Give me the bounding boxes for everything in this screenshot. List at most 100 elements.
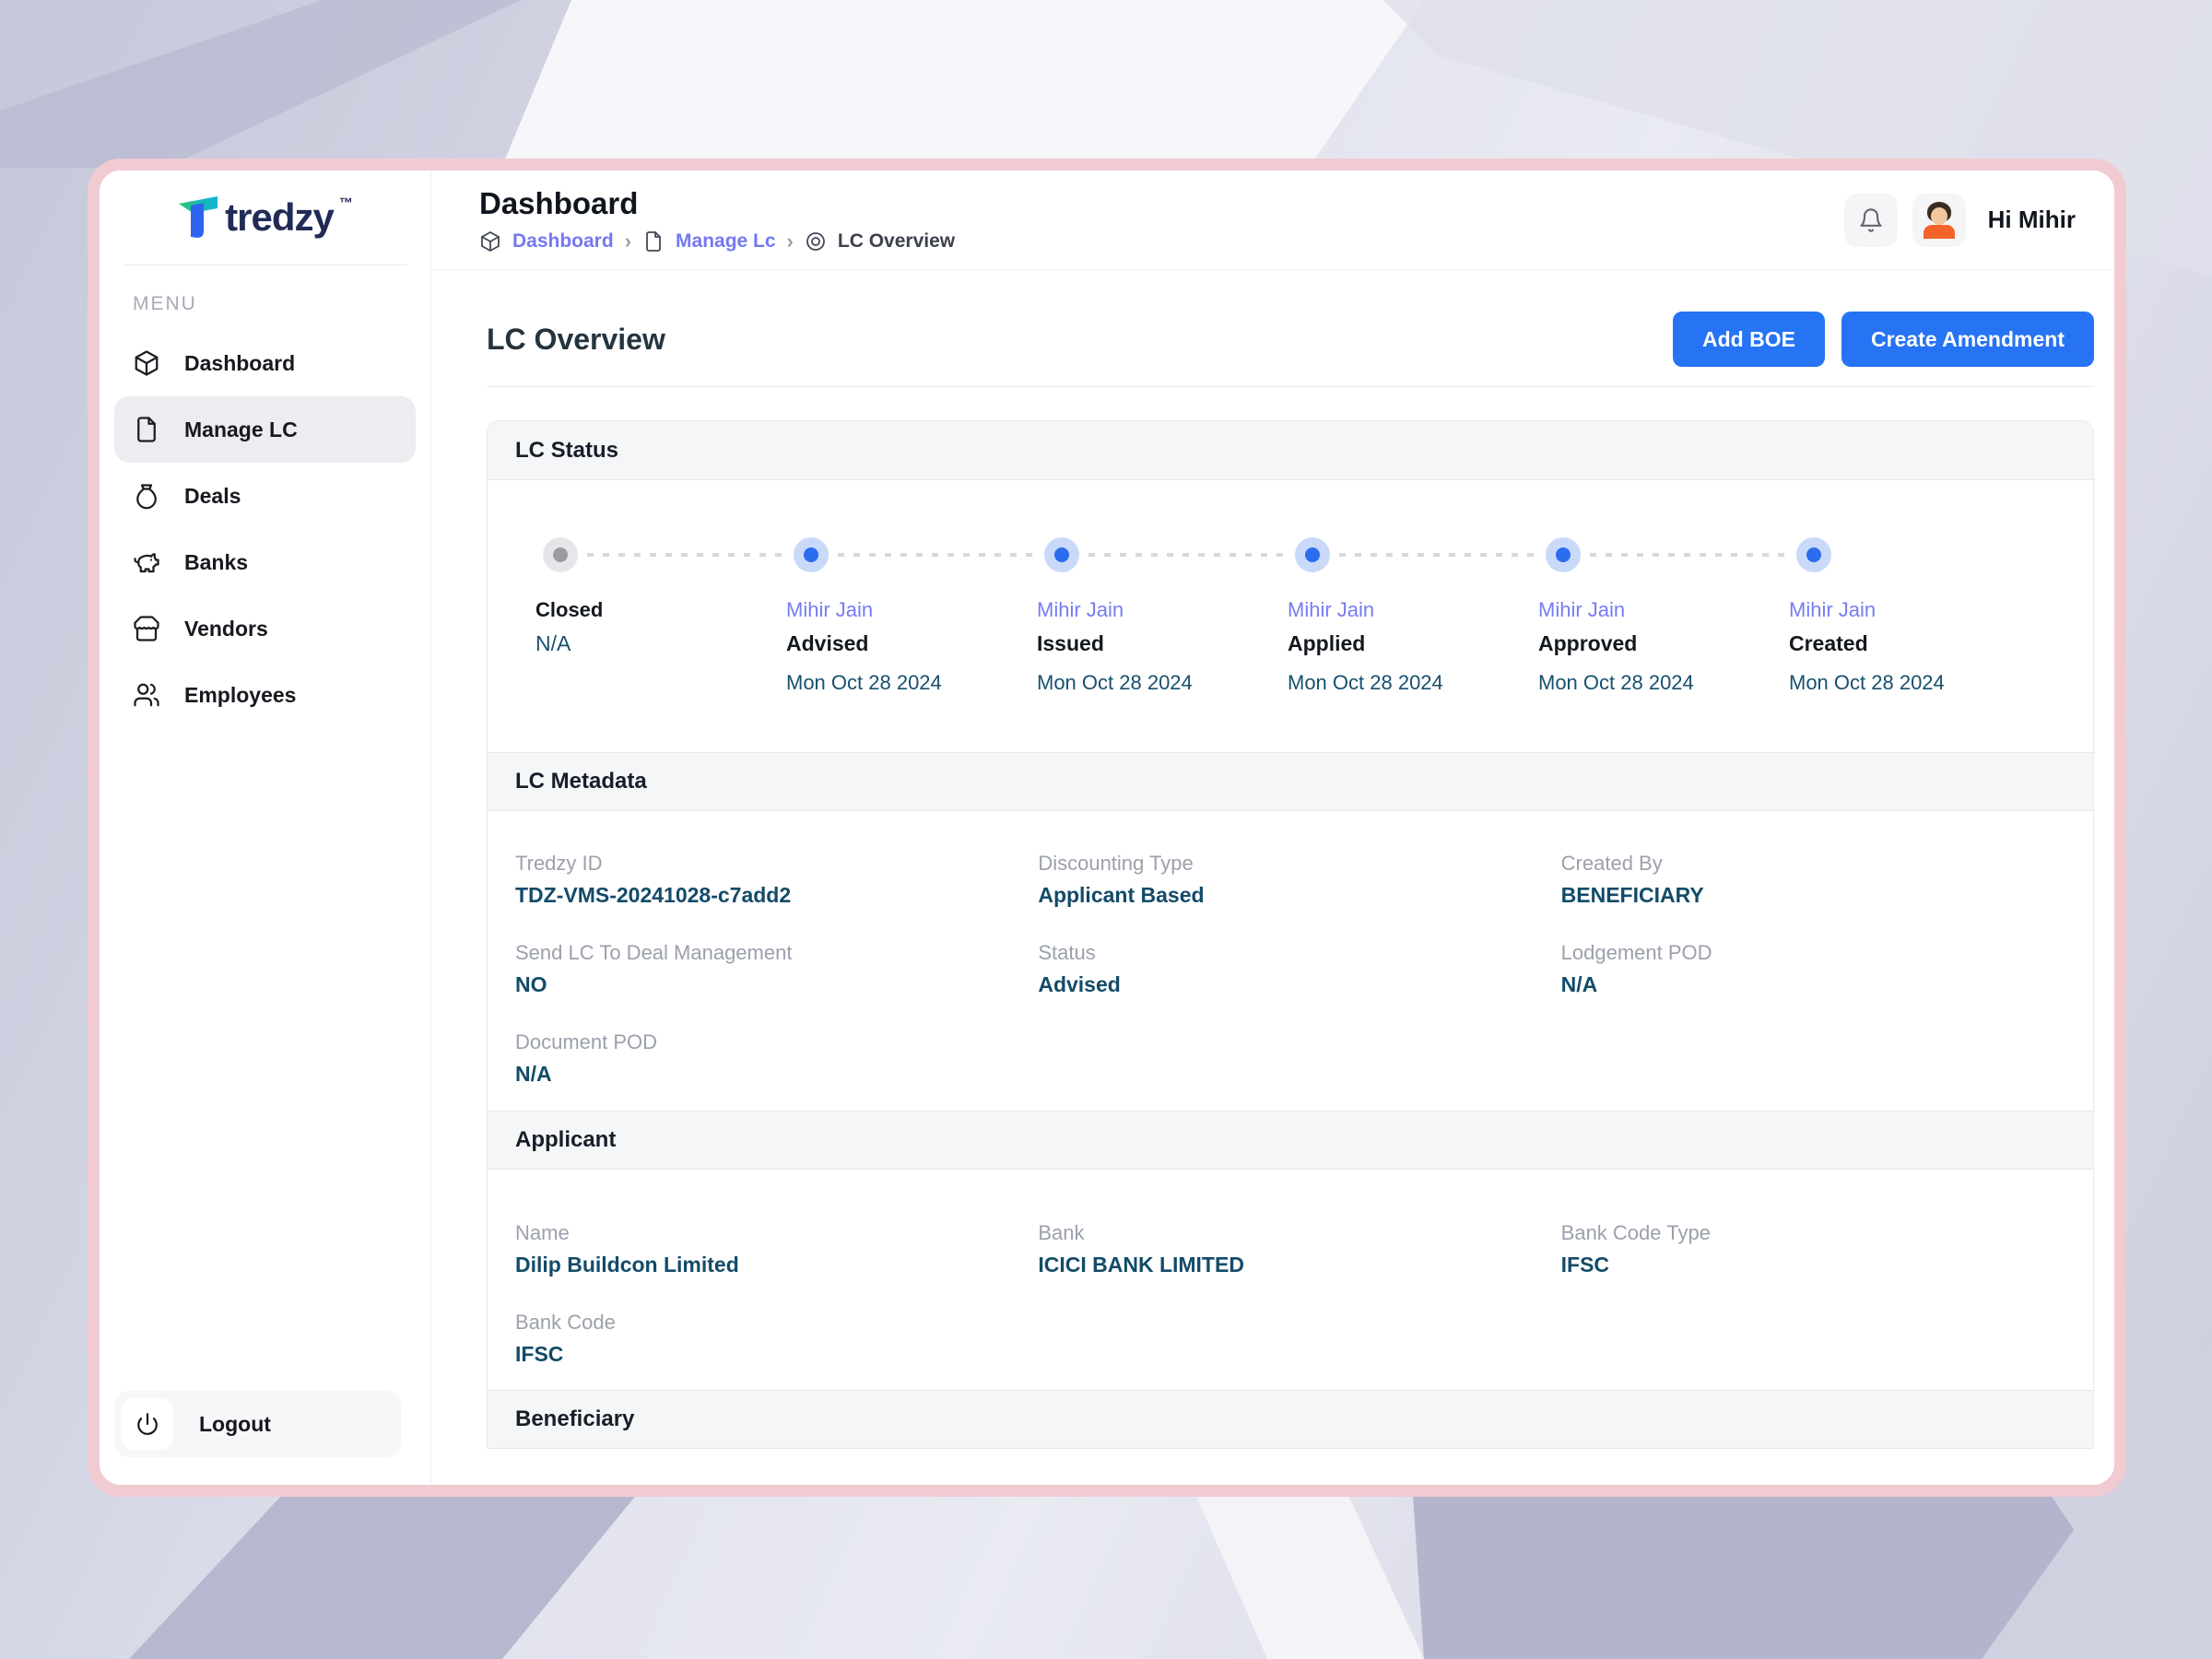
breadcrumb-separator: › — [625, 229, 631, 253]
field-applicant-name: Name Dilip Buildcon Limited — [515, 1221, 1019, 1277]
field-applicant-bank-code-type: Bank Code Type IFSC — [1561, 1221, 2065, 1277]
field-label: Bank — [1038, 1221, 1542, 1245]
breadcrumb-current: LC Overview — [838, 230, 955, 253]
step-status: Issued — [1037, 631, 1288, 656]
page-heading: Dashboard — [479, 186, 955, 221]
power-icon — [135, 1412, 159, 1436]
step-status: Applied — [1288, 631, 1538, 656]
step-date: Mon Oct 28 2024 — [1288, 671, 1538, 697]
sidebar-item-deals[interactable]: Deals — [114, 463, 416, 529]
section-header-lc-metadata: LC Metadata — [488, 752, 2093, 811]
field-label: Created By — [1561, 852, 2065, 876]
field-lodgement-pod: Lodgement POD N/A — [1561, 941, 2065, 997]
field-applicant-bank: Bank ICICI BANK LIMITED — [1038, 1221, 1542, 1277]
field-applicant-bank-code: Bank Code IFSC — [515, 1311, 1019, 1367]
header-actions: Hi Mihir — [1844, 194, 2076, 247]
field-label: Name — [515, 1221, 1019, 1245]
section-header-lc-status: LC Status — [488, 421, 2093, 480]
field-value: ICICI BANK LIMITED — [1038, 1253, 1542, 1277]
field-value: Dilip Buildcon Limited — [515, 1253, 1019, 1277]
field-tredzy-id: Tredzy ID TDZ-VMS-20241028-c7add2 — [515, 852, 1019, 908]
field-label: Status — [1038, 941, 1542, 965]
avatar — [1921, 202, 1958, 239]
step-status: Created — [1789, 631, 2040, 656]
sidebar-nav: Dashboard Manage LC Deals — [100, 330, 430, 728]
sidebar-item-label: Employees — [184, 683, 296, 708]
avatar-button[interactable] — [1912, 194, 1966, 247]
timeline-dot — [1044, 537, 1079, 572]
timeline-dot — [1295, 537, 1330, 572]
step-user: Mihir Jain — [1037, 598, 1288, 624]
sidebar-item-employees[interactable]: Employees — [114, 662, 416, 728]
timeline-step-created: Mihir Jain Created Mon Oct 28 2024 — [1789, 537, 2040, 697]
timeline-dot — [1546, 537, 1581, 572]
step-user: Mihir Jain — [1789, 598, 2040, 624]
logout-label: Logout — [199, 1412, 271, 1437]
brand-wordmark: tredzy — [225, 194, 334, 241]
field-value: Applicant Based — [1038, 883, 1542, 908]
cube-icon — [133, 349, 160, 377]
sidebar-item-dashboard[interactable]: Dashboard — [114, 330, 416, 396]
tredzy-logo-icon — [177, 194, 219, 241]
sidebar-item-manage-lc[interactable]: Manage LC — [114, 396, 416, 463]
step-user: Mihir Jain — [786, 598, 1037, 624]
field-value: NO — [515, 972, 1019, 997]
notifications-button[interactable] — [1844, 194, 1898, 247]
field-label: Document POD — [515, 1030, 1019, 1054]
user-greeting: Hi Mihir — [1988, 206, 2076, 234]
timeline-step-issued: Mihir Jain Issued Mon Oct 28 2024 — [1037, 537, 1288, 697]
field-label: Bank Code — [515, 1311, 1019, 1335]
timeline-step-closed: Closed N/A — [535, 537, 786, 697]
field-label: Discounting Type — [1038, 852, 1542, 876]
field-value: N/A — [515, 1062, 1019, 1087]
app-window: tredzy ™ MENU Dashboard Manage LC — [88, 159, 2126, 1497]
money-bag-icon — [133, 482, 160, 510]
timeline-step-approved: Mihir Jain Approved Mon Oct 28 2024 — [1538, 537, 1789, 697]
main-panel: Dashboard Dashboard › Manage Lc › LC — [431, 171, 2114, 1485]
action-buttons: Add BOE Create Amendment — [1673, 312, 2094, 367]
eye-icon — [805, 230, 827, 253]
brand-logo: tredzy ™ — [100, 171, 430, 265]
field-discounting-type: Discounting Type Applicant Based — [1038, 852, 1542, 908]
step-title: Closed — [535, 598, 786, 624]
content-area: LC Overview Add BOE Create Amendment LC … — [431, 270, 2114, 1485]
top-header: Dashboard Dashboard › Manage Lc › LC — [431, 171, 2114, 270]
field-status: Status Advised — [1038, 941, 1542, 997]
logout-button[interactable]: Logout — [114, 1391, 401, 1457]
field-document-pod: Document POD N/A — [515, 1030, 1019, 1087]
store-icon — [133, 615, 160, 642]
breadcrumb: Dashboard › Manage Lc › LC Overview — [479, 229, 955, 253]
field-send-lc-to-deal-management: Send LC To Deal Management NO — [515, 941, 1019, 997]
users-icon — [133, 681, 160, 709]
step-date: Mon Oct 28 2024 — [786, 671, 1037, 697]
sidebar-item-banks[interactable]: Banks — [114, 529, 416, 595]
breadcrumb-link-manage-lc[interactable]: Manage Lc — [676, 230, 776, 253]
breadcrumb-separator: › — [787, 229, 794, 253]
page-title-row: LC Overview Add BOE Create Amendment — [487, 311, 2094, 368]
field-value: IFSC — [1561, 1253, 2065, 1277]
field-value: N/A — [1561, 972, 2065, 997]
bell-icon — [1858, 207, 1884, 233]
add-boe-button[interactable]: Add BOE — [1673, 312, 1825, 367]
timeline-step-advised: Mihir Jain Advised Mon Oct 28 2024 — [786, 537, 1037, 697]
step-date: Mon Oct 28 2024 — [1789, 671, 2040, 697]
create-amendment-button[interactable]: Create Amendment — [1841, 312, 2094, 367]
trademark-symbol: ™ — [339, 195, 353, 211]
step-user: Mihir Jain — [1538, 598, 1789, 624]
field-value: Advised — [1038, 972, 1542, 997]
sidebar-item-vendors[interactable]: Vendors — [114, 595, 416, 662]
step-status: Approved — [1538, 631, 1789, 656]
breadcrumb-link-dashboard[interactable]: Dashboard — [512, 230, 614, 253]
field-label: Bank Code Type — [1561, 1221, 2065, 1245]
title-divider — [487, 386, 2094, 387]
sidebar-item-label: Vendors — [184, 617, 268, 641]
sidebar-item-label: Dashboard — [184, 351, 295, 376]
step-date — [535, 671, 786, 697]
menu-section-label: MENU — [133, 293, 430, 315]
sidebar-item-label: Manage LC — [184, 418, 298, 442]
sidebar-item-label: Banks — [184, 550, 248, 575]
sidebar: tredzy ™ MENU Dashboard Manage LC — [100, 171, 431, 1485]
sidebar-item-label: Deals — [184, 484, 241, 509]
field-value: TDZ-VMS-20241028-c7add2 — [515, 883, 1019, 908]
applicant-grid: Name Dilip Buildcon Limited Bank ICICI B… — [488, 1170, 2093, 1390]
